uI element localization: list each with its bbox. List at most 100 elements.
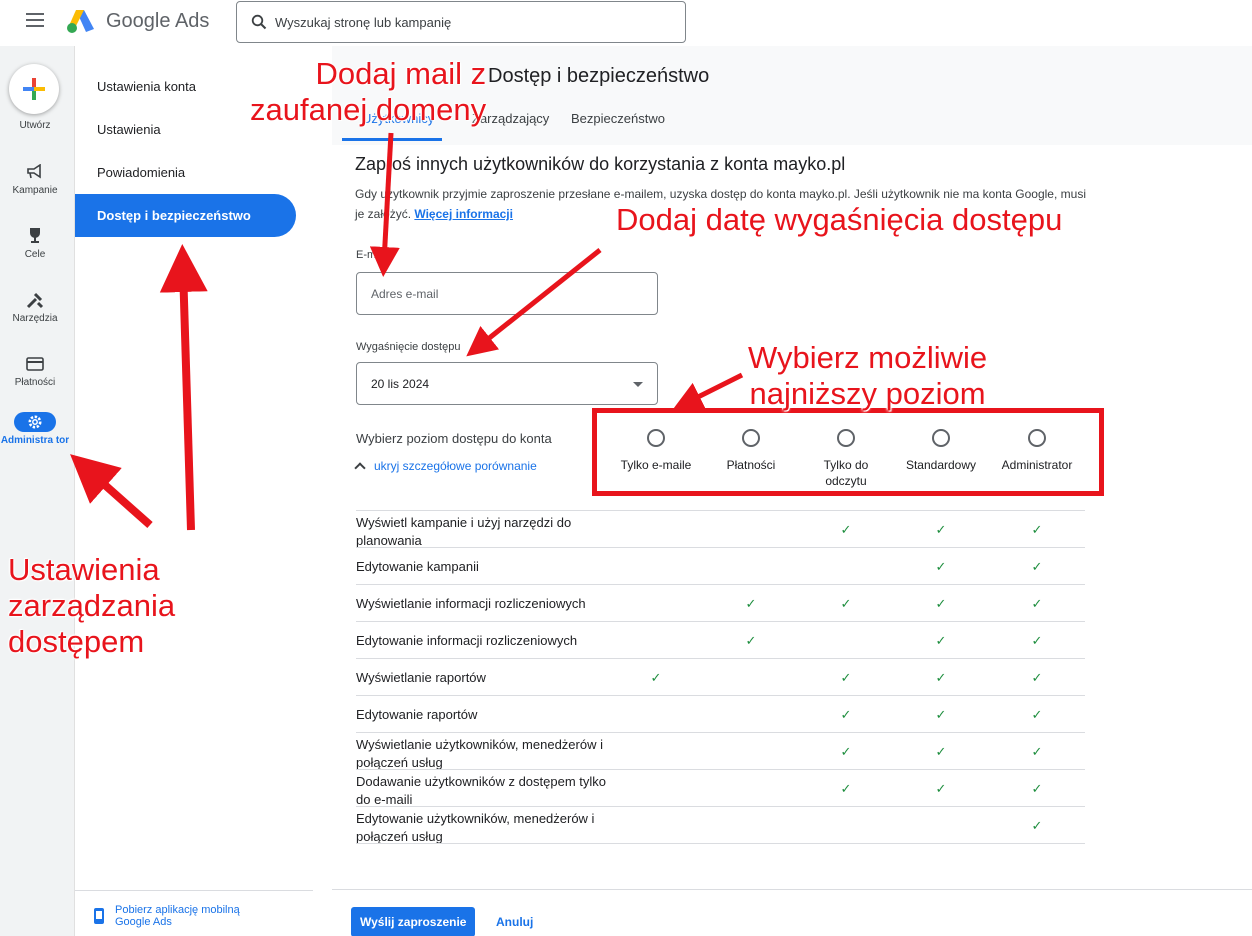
mobile-phone-icon (94, 908, 104, 924)
rail-item-label: Cele (24, 249, 46, 260)
check-icon: ✓ (935, 596, 947, 611)
access-level-label: Wybierz poziom dostępu do konta (356, 431, 552, 446)
rail-item-label: Narzędzia (12, 313, 58, 324)
create-label: Utwórz (19, 120, 51, 131)
annotation-settings: Ustawienia zarządzania dostępem (8, 552, 176, 659)
plus-icon (23, 78, 45, 100)
check-icon: ✓ (935, 670, 947, 685)
mobile-app-promo: Pobierz aplikację mobilną Google Ads (75, 890, 313, 936)
check-icon: ✓ (935, 559, 947, 574)
table-row: Edytowanie raportów ✓ ✓ ✓ (356, 695, 1085, 732)
check-icon: ✓ (1031, 633, 1043, 648)
permission-label: Edytowanie raportów (356, 707, 478, 722)
create-button[interactable] (9, 64, 59, 114)
table-row: Wyświetlanie użytkowników, menedżerów i … (356, 732, 1085, 770)
check-icon: ✓ (650, 670, 662, 685)
rail-item-tools[interactable]: Narzędzia (0, 290, 70, 324)
rail-item-admin[interactable]: Administra tor (0, 412, 70, 446)
active-tab-indicator (342, 138, 442, 141)
check-icon: ✓ (1031, 707, 1043, 722)
email-label: E-mail (356, 249, 388, 261)
megaphone-icon (27, 164, 41, 179)
email-field[interactable]: Adres e-mail (356, 272, 658, 315)
permission-label: Wyświetlanie informacji rozliczeniowych (356, 596, 586, 611)
check-icon: ✓ (1031, 522, 1043, 537)
send-invite-button[interactable]: Wyślij zaproszenie (351, 907, 476, 936)
google-ads-logo-icon (67, 10, 94, 33)
mobile-app-link[interactable]: Pobierz aplikację mobilną Google Ads (115, 904, 275, 928)
learn-more-link[interactable]: Więcej informacji (414, 207, 513, 221)
table-row: Wyświetlanie raportów ✓ ✓ ✓ ✓ (356, 658, 1085, 695)
check-icon: ✓ (1031, 670, 1043, 685)
permission-label: Dodawanie użytkowników z dostępem tylko … (356, 774, 607, 807)
check-icon: ✓ (840, 781, 852, 796)
email-placeholder: Adres e-mail (371, 287, 439, 301)
check-icon: ✓ (935, 781, 947, 796)
subnav-item-notifications[interactable]: Powiadomienia (75, 151, 296, 194)
rail-item-billing[interactable]: Płatności (0, 354, 70, 388)
check-icon: ✓ (840, 744, 852, 759)
check-icon: ✓ (840, 707, 852, 722)
tab-security[interactable]: Bezpieczeństwo (571, 111, 665, 126)
check-icon: ✓ (1031, 744, 1043, 759)
trophy-icon (30, 228, 40, 243)
expiry-date-select[interactable]: 20 lis 2024 (356, 362, 658, 405)
rail-item-label: Płatności (14, 377, 56, 388)
settings-nav: Ustawienia konta Ustawienia Powiadomieni… (74, 46, 332, 936)
invite-title: Zaproś innych użytkowników do korzystani… (355, 154, 846, 174)
rail-item-campaigns[interactable]: Kampanie (0, 162, 70, 196)
expiry-label: Wygaśnięcie dostępu (356, 341, 461, 353)
permission-label: Edytowanie użytkowników, menedżerów i po… (356, 811, 595, 844)
hide-comparison-toggle[interactable]: ukryj szczegółowe porównanie (354, 459, 537, 474)
rail-item-goals[interactable]: Cele (0, 226, 70, 260)
permission-label: Edytowanie kampanii (356, 559, 479, 574)
table-row: Dodawanie użytkowników z dostępem tylko … (356, 769, 1085, 807)
form-footer: Wyślij zaproszenie Anuluj (332, 889, 1252, 936)
cancel-button[interactable]: Anuluj (496, 915, 533, 929)
check-icon: ✓ (935, 633, 947, 648)
check-icon: ✓ (840, 522, 852, 537)
annotation-level: Wybierz możliwie najniższy poziom (748, 340, 988, 411)
check-icon: ✓ (1031, 781, 1043, 796)
rail-item-label: Administra tor (0, 435, 70, 446)
annotation-email: Dodaj mail z zaufanej domeny (250, 56, 487, 127)
search-input[interactable]: Wyszukaj stronę lub kampanię (236, 1, 686, 43)
annotation-expiry: Dodaj datę wygaśnięcia dostępu (616, 202, 1063, 237)
permission-label: Wyświetlanie raportów (356, 670, 486, 685)
access-levels-highlight (592, 408, 1104, 496)
page-title: Dostęp i bezpieczeństwo (488, 65, 710, 87)
table-row: Wyświetl kampanie i użyj narzędzi do pla… (356, 510, 1085, 548)
tools-icon (26, 292, 44, 309)
permission-label: Wyświetl kampanie i użyj narzędzi do pla… (356, 515, 572, 548)
check-icon: ✓ (935, 522, 947, 537)
chevron-up-icon (354, 462, 366, 474)
check-icon: ✓ (840, 596, 852, 611)
rail-item-label: Kampanie (12, 185, 58, 196)
top-bar: Google Ads Wyszukaj stronę lub kampanię (0, 0, 1252, 46)
hamburger-menu-icon[interactable] (26, 13, 44, 27)
table-row: Edytowanie użytkowników, menedżerów i po… (356, 806, 1085, 844)
table-row: Wyświetlanie informacji rozliczeniowych ✓… (356, 584, 1085, 621)
google-ads-app: Google Ads Wyszukaj stronę lub kampanię … (0, 0, 1252, 936)
dropdown-arrow-icon (633, 382, 643, 387)
left-rail: Utwórz Kampanie Cele Narzędzia Płatności (0, 46, 74, 936)
check-icon: ✓ (1031, 559, 1043, 574)
gear-icon (28, 415, 42, 429)
credit-card-icon (26, 357, 44, 371)
check-icon: ✓ (745, 633, 757, 648)
table-row: Edytowanie kampanii ✓ ✓ (356, 547, 1085, 584)
app-title: Google Ads (106, 10, 210, 32)
check-icon: ✓ (935, 744, 947, 759)
table-bottom-divider (356, 843, 1085, 844)
subnav-item-access-security[interactable]: Dostęp i bezpieczeństwo (75, 194, 296, 237)
check-icon: ✓ (840, 670, 852, 685)
toggle-label: ukryj szczegółowe porównanie (374, 459, 537, 473)
permission-label: Wyświetlanie użytkowników, menedżerów i … (356, 737, 603, 770)
search-placeholder: Wyszukaj stronę lub kampanię (275, 15, 452, 30)
check-icon: ✓ (1031, 818, 1043, 833)
search-icon (251, 14, 267, 30)
expiry-value: 20 lis 2024 (371, 377, 430, 391)
table-row: Edytowanie informacji rozliczeniowych ✓ ✓ ✓ (356, 621, 1085, 658)
check-icon: ✓ (1031, 596, 1043, 611)
permission-label: Edytowanie informacji rozliczeniowych (356, 633, 578, 648)
